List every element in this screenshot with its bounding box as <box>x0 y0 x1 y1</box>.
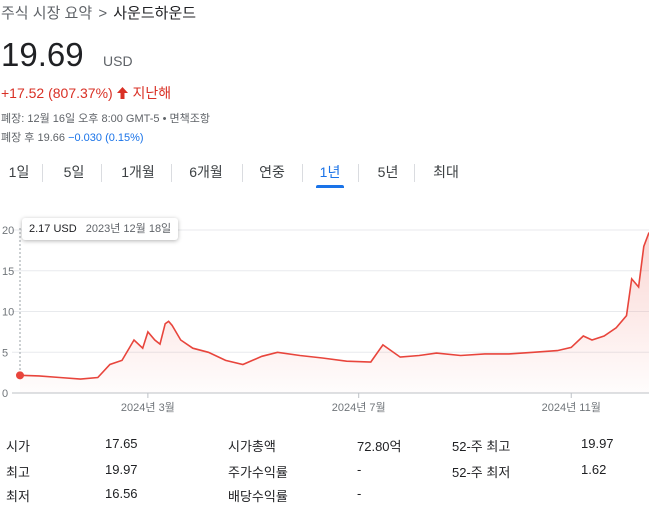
stat-label: 52-주 최고 <box>452 439 511 454</box>
closed-note-text: 폐장: 12월 16일 오후 8:00 GMT-5 <box>1 113 160 125</box>
tab-divider <box>101 164 102 182</box>
currency-label: USD <box>103 53 133 69</box>
stat-value: 19.97 <box>105 462 138 477</box>
price-area <box>20 232 649 393</box>
price-change: +17.52 (807.37%) 지난해 <box>1 83 171 103</box>
x-tick-label: 2024년 11월 <box>542 401 601 414</box>
stat-value: 16.56 <box>105 486 138 501</box>
y-tick-label: 15 <box>2 266 14 278</box>
price-change-value: +17.52 (807.37%) <box>1 85 113 101</box>
tab-divider <box>302 164 303 182</box>
y-tick-label: 0 <box>2 388 8 400</box>
stat-value: 17.65 <box>105 436 138 451</box>
stat-value: - <box>357 486 362 501</box>
stat-label: 최고 <box>6 465 30 480</box>
arrow-up-icon <box>116 86 129 102</box>
tab-1m[interactable]: 1개월 <box>119 160 157 188</box>
stat-label: 시가총액 <box>228 439 276 454</box>
stats-row: 최고 19.97 주가수익률 - 52-주 최저 1.62 <box>0 462 649 484</box>
stat-label: 최저 <box>6 489 30 504</box>
range-tabs: 1일 5일 1개월 6개월 연중 1년 5년 최대 <box>0 160 470 190</box>
y-tick-label: 10 <box>2 307 14 319</box>
stats-row: 시가 17.65 시가총액 72.80억 52-주 최고 19.97 <box>0 436 649 458</box>
stat-label: 배당수익률 <box>228 489 288 504</box>
tab-divider <box>358 164 359 182</box>
tab-5d[interactable]: 5일 <box>62 160 86 188</box>
tab-ytd[interactable]: 연중 <box>257 160 287 188</box>
after-hours-change: −0.030 (0.15%) <box>68 132 144 144</box>
x-tick-label: 2024년 7월 <box>332 401 386 414</box>
bullet-separator: • <box>162 113 170 125</box>
price-change-period: 지난해 <box>132 85 172 101</box>
tab-divider <box>42 164 43 182</box>
y-tick-label: 20 <box>2 225 14 237</box>
stat-value: 72.80억 <box>357 439 402 454</box>
tab-5y[interactable]: 5년 <box>376 160 400 188</box>
stat-value: - <box>357 462 362 477</box>
tab-1y[interactable]: 1년 <box>316 160 344 188</box>
tab-divider <box>414 164 415 182</box>
stat-label: 52-주 최저 <box>452 465 511 480</box>
stats-row: 최저 16.56 배당수익률 - <box>0 486 649 508</box>
after-hours: 폐장 후 19.66 −0.030 (0.15%) <box>1 129 144 145</box>
breadcrumb-separator: > <box>98 5 108 22</box>
tab-1d[interactable]: 1일 <box>8 160 30 188</box>
y-tick-label: 5 <box>2 347 8 359</box>
stat-value: 1.62 <box>581 462 607 477</box>
stat-label: 시가 <box>6 439 30 454</box>
breadcrumb-current: 사운드하운드 <box>113 5 197 22</box>
hover-point <box>16 371 24 380</box>
tab-6m[interactable]: 6개월 <box>186 160 226 188</box>
closed-note: 폐장: 12월 16일 오후 8:00 GMT-5 • 면책조항 <box>1 110 210 126</box>
stock-price: 19.69 <box>1 36 84 73</box>
chart-tooltip: 2.17 USD 2023년 12월 18일 <box>22 218 179 240</box>
tab-divider <box>171 164 172 182</box>
after-hours-label: 폐장 후 19.66 <box>1 132 65 144</box>
price-chart[interactable]: 0 5 10 15 20 2024년 3월 2024년 7월 2024년 11월 <box>0 210 649 420</box>
stat-value: 19.97 <box>581 436 614 451</box>
tab-max[interactable]: 최대 <box>430 160 462 188</box>
stat-label: 주가수익률 <box>228 465 288 480</box>
disclaimer-link[interactable]: 면책조항 <box>170 113 210 125</box>
tooltip-date: 2023년 12월 18일 <box>85 223 172 235</box>
x-tick-label: 2024년 3월 <box>121 401 175 414</box>
breadcrumb-root[interactable]: 주식 시장 요약 <box>1 5 92 22</box>
tab-divider <box>242 164 243 182</box>
breadcrumb: 주식 시장 요약 > 사운드하운드 <box>1 2 196 23</box>
tooltip-value: 2.17 USD <box>29 223 77 235</box>
